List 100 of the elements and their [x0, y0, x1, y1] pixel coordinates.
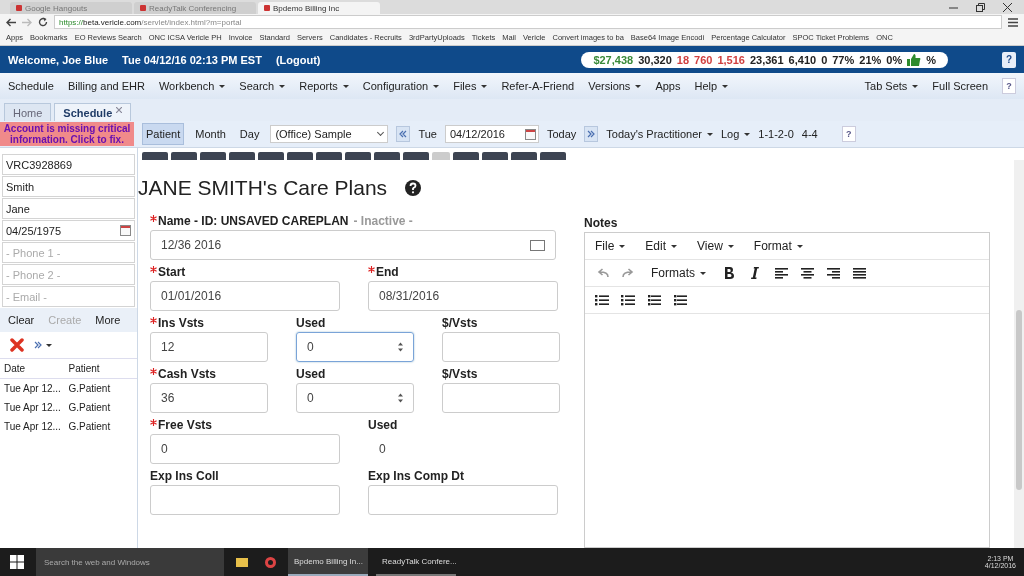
calendar-icon[interactable] — [120, 225, 131, 236]
align-icon[interactable] — [774, 267, 788, 279]
menu-item[interactable]: Versions — [588, 80, 642, 92]
menu-item[interactable]: Apps — [655, 80, 681, 92]
scrollbar[interactable] — [1014, 160, 1024, 548]
taskbar-app[interactable]: Bpdemo Billing In... — [288, 548, 368, 576]
input-field[interactable]: 0 — [150, 434, 340, 464]
patient-field[interactable]: Smith — [2, 176, 135, 197]
number-field[interactable]: 0 — [296, 332, 414, 362]
notes-editor[interactable]: File Edit View Format Formats — [584, 232, 990, 548]
location-select[interactable]: (Office) Sample — [270, 125, 389, 143]
field-label: End — [376, 265, 399, 279]
italic-icon[interactable] — [751, 267, 759, 279]
calendar-icon[interactable] — [524, 128, 536, 140]
expand-icon[interactable] — [34, 341, 42, 349]
editor-menu[interactable]: Format — [753, 239, 803, 253]
spinner-icon[interactable] — [398, 393, 403, 403]
editor-menu[interactable]: View — [697, 239, 734, 253]
view-tab[interactable]: Month — [192, 124, 229, 144]
stat-value: 0% — [886, 53, 903, 66]
restore-icon[interactable] — [976, 2, 985, 12]
undo-icon[interactable] — [595, 268, 609, 278]
delete-icon[interactable] — [10, 338, 24, 352]
input-field[interactable] — [150, 485, 340, 515]
windows-icon[interactable] — [10, 555, 24, 569]
favicon-icon — [264, 5, 270, 11]
menu-item[interactable]: Configuration — [362, 80, 440, 92]
menu-item[interactable]: Help — [694, 80, 729, 92]
help-button[interactable]: ? — [841, 126, 856, 142]
action-link[interactable]: Clear — [8, 314, 35, 326]
page-tab[interactable]: Home — [4, 103, 52, 121]
help-button[interactable]: ? — [1002, 51, 1016, 68]
code-label: 4-4 — [801, 128, 818, 140]
patient-field[interactable]: 04/25/1975 — [2, 220, 135, 241]
align-icon[interactable] — [800, 267, 814, 279]
align-icon[interactable] — [826, 267, 840, 279]
menu-item[interactable]: Search — [239, 80, 286, 92]
view-tab[interactable]: Patient — [142, 123, 185, 145]
browser-tab[interactable]: Bpdemo Billing Inc — [258, 2, 380, 14]
search-field[interactable]: Search the web and Windows — [36, 548, 224, 576]
redo-icon[interactable] — [621, 268, 635, 278]
menu-item[interactable]: Refer-A-Friend — [501, 80, 575, 92]
menu-item[interactable]: Billing and EHR — [67, 80, 145, 92]
table-cell-text: Tue Apr 12... — [4, 383, 62, 394]
list-icon[interactable] — [673, 294, 687, 306]
formats-dropdown[interactable]: Formats — [643, 266, 714, 280]
menu-item[interactable]: Reports — [299, 80, 349, 92]
input-field[interactable] — [442, 383, 560, 413]
input-field[interactable]: 12 — [150, 332, 268, 362]
menu-item[interactable]: Schedule — [8, 80, 54, 92]
number-field[interactable]: 0 — [296, 383, 414, 413]
input-field[interactable]: 08/31/2016 — [368, 281, 558, 311]
menu-icon[interactable] — [1008, 17, 1018, 27]
menu-item[interactable]: Full Screen — [932, 80, 988, 92]
help-icon[interactable] — [405, 180, 422, 196]
editor-menu[interactable]: File — [595, 239, 626, 253]
menu-item[interactable]: Files — [453, 80, 488, 92]
patient-field[interactable]: Jane — [2, 198, 135, 219]
address-field[interactable]: https://beta.vericle.com/servlet/index.html?m=portal — [54, 15, 1002, 29]
menu-item[interactable]: Workbench — [158, 80, 226, 92]
account-alert[interactable]: Account is missing critical information. Click to fix. — [0, 122, 134, 146]
logout-link[interactable]: (Logout) — [275, 53, 321, 66]
name-field[interactable]: 12/36 2016 — [150, 230, 556, 260]
column-header: Patient — [68, 363, 101, 374]
close-icon[interactable] — [1003, 2, 1012, 12]
stat-value: $27,438 — [593, 53, 634, 66]
log-menu[interactable]: Log — [720, 128, 751, 140]
input-field[interactable]: 36 — [150, 383, 268, 413]
input-field[interactable] — [368, 485, 558, 515]
align-icon[interactable] — [852, 267, 866, 279]
view-tab[interactable]: Day — [236, 124, 263, 144]
field-label: Name - ID: UNSAVED CAREPLAN — [158, 214, 349, 228]
field-label: Ins Vsts — [158, 316, 205, 330]
next-icon[interactable] — [587, 130, 596, 138]
card-icon — [530, 239, 545, 251]
editor-menu[interactable]: Edit — [645, 239, 678, 253]
patient-field[interactable]: VRC3928869 — [2, 154, 135, 175]
stat-value: 77% — [832, 53, 855, 66]
previous-icon[interactable] — [399, 130, 408, 138]
input-field[interactable]: 01/01/2016 — [150, 281, 340, 311]
menu-item[interactable]: Tab Sets — [864, 80, 919, 92]
taskbar-app[interactable]: ReadyTalk Confere... — [376, 548, 456, 576]
field-label: Used — [296, 316, 326, 330]
today-button[interactable]: Today — [546, 128, 577, 140]
date-time: Tue 04/12/16 02:13 PM EST — [122, 53, 262, 66]
practitioner-menu[interactable]: Today's Practitioner — [606, 128, 713, 140]
spinner-icon[interactable] — [398, 342, 403, 352]
help-button[interactable]: ? — [1002, 78, 1016, 94]
page-tab[interactable]: Schedule — [54, 103, 132, 121]
stat-value: 760 — [694, 53, 713, 66]
page-title: JANE SMITH's Care Plans — [138, 176, 388, 200]
action-link[interactable]: More — [95, 314, 121, 326]
back-icon[interactable] — [6, 17, 16, 27]
list-icon[interactable] — [595, 294, 609, 306]
list-icon[interactable] — [621, 294, 635, 306]
list-icon[interactable] — [647, 294, 661, 306]
input-field[interactable] — [442, 332, 560, 362]
date-field[interactable]: 04/12/2016 — [444, 125, 539, 143]
reload-icon[interactable] — [38, 17, 48, 27]
bold-icon[interactable] — [724, 267, 734, 279]
